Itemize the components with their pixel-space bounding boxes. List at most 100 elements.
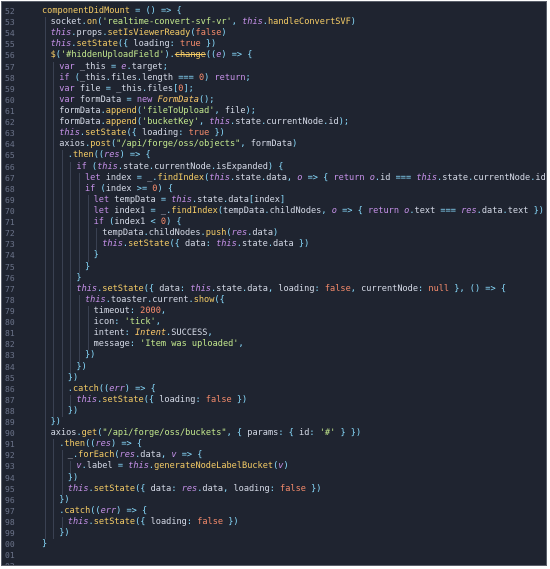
code-token: this — [59, 128, 80, 139]
code-line: 55 this.setState({ loading: true }) — [2, 39, 546, 51]
code-line: 01 — [2, 550, 546, 561]
code-token: FormData — [157, 94, 199, 105]
code-token: (( — [205, 50, 217, 61]
code-token: false — [280, 483, 306, 494]
indent-guide — [61, 383, 64, 395]
code-editor-window: 52 componentDidMount = () => {53 socket.on… — [1, 1, 547, 566]
indent-guide — [44, 305, 47, 318]
indent-guide — [44, 361, 47, 373]
code-token: : — [309, 428, 320, 439]
line-number: 78 — [5, 295, 15, 305]
indent-guide — [44, 61, 47, 73]
code-token: file — [224, 105, 246, 116]
code-line: 87 this.setState({ loading: false }) — [2, 394, 546, 406]
code-text: _.forEach(res.data, v => { — [42, 450, 546, 462]
indent-guide — [53, 528, 55, 540]
code-token: change — [174, 50, 206, 61]
indent-guide — [53, 183, 55, 195]
indent-guide — [53, 517, 55, 529]
indent-guide — [70, 294, 72, 306]
indent-guide — [79, 317, 81, 329]
indent-guide — [44, 517, 47, 529]
code-token: }, () => { — [449, 283, 507, 294]
indent-guide — [44, 439, 47, 451]
code-text: .then((res) => { — [42, 150, 546, 162]
code-token: false — [197, 517, 224, 528]
code-token: data — [140, 450, 161, 461]
indent-guide — [61, 272, 64, 284]
code-token: res — [119, 450, 136, 461]
code-line: 56 $('#hiddenUploadField').change((e) => … — [2, 50, 546, 62]
code-token: this — [67, 483, 89, 494]
code-token: let — [93, 194, 115, 205]
code-token: label — [86, 461, 113, 472]
code-token: (( — [98, 383, 110, 394]
code-line: 76} — [2, 272, 546, 284]
code-token: ) — [283, 461, 289, 472]
code-token: target — [131, 61, 163, 72]
code-token: state — [123, 161, 149, 172]
code-token: currentNode — [473, 172, 531, 183]
code-token: : — [418, 283, 429, 294]
code-text: timeout: 2000, — [42, 305, 546, 318]
indent-guide — [53, 394, 55, 406]
line-number: 52 — [5, 7, 15, 16]
indent-guide — [70, 361, 72, 373]
code-token: }) — [546, 173, 547, 183]
code-token: ) — [292, 139, 298, 150]
code-editor[interactable]: 52 componentDidMount = () => {53 socket.on… — [2, 6, 546, 565]
code-token: id — [328, 117, 339, 128]
indent-guide — [44, 405, 47, 418]
code-token: files — [110, 72, 137, 83]
code-token: loading — [159, 394, 196, 405]
code-token: res — [231, 228, 248, 239]
indent-guide — [70, 261, 72, 273]
indent-guide — [70, 183, 72, 195]
code-line: 73 this.setState({ data: this.state.data … — [2, 239, 546, 251]
code-token: : — [178, 128, 189, 139]
code-line: 90 axios.get("/api/forge/oss/buckets", { … — [2, 428, 546, 440]
code-token: state — [235, 172, 262, 183]
line-number: 84 — [5, 362, 15, 372]
code-token: props — [76, 28, 103, 39]
indent-guide — [44, 50, 47, 62]
code-text: } — [42, 539, 546, 550]
code-token: catch — [72, 383, 99, 394]
code-token: = — [121, 94, 137, 105]
code-token: data — [228, 194, 249, 205]
indent-guide — [53, 383, 55, 395]
code-text: this.setState({ loading: false }) — [42, 517, 546, 529]
code-token: text — [414, 205, 436, 216]
code-token: ; — [245, 72, 251, 83]
code-token: : — [186, 517, 198, 528]
indent-guide — [53, 261, 55, 273]
code-token: Intent — [135, 328, 167, 339]
indent-guide — [53, 150, 55, 162]
code-token: var — [59, 83, 80, 94]
indent-guide — [79, 305, 81, 318]
code-token: , — [267, 283, 279, 294]
code-text: this.setState({ data: this.state.data }) — [42, 239, 546, 251]
code-line: 53 socket.on('realtime-convert-svf-vr', t… — [2, 17, 546, 29]
line-number: 80 — [5, 318, 15, 328]
indent-guide — [53, 217, 55, 229]
indent-guide — [44, 428, 47, 440]
code-line: 97 .catch((err) => { — [2, 505, 546, 518]
code-token: loading — [133, 39, 170, 50]
code-token: setState — [93, 517, 136, 528]
line-number: 82 — [5, 340, 15, 350]
indent-guide — [53, 483, 55, 495]
code-token: : — [195, 394, 206, 405]
code-line: 77 this.setState({ data: this.state.data,… — [2, 283, 546, 295]
line-number: 97 — [5, 506, 15, 516]
code-token: forEach — [78, 450, 115, 461]
code-token: this — [67, 517, 89, 528]
indent-guide — [44, 461, 47, 473]
code-token: catch — [64, 505, 91, 516]
indent-guide — [61, 283, 64, 295]
indent-guide — [53, 461, 55, 473]
code-token: axios — [59, 139, 86, 150]
code-line: 84}) — [2, 361, 546, 373]
indent-guide — [79, 205, 81, 218]
code-token: === — [173, 72, 199, 83]
